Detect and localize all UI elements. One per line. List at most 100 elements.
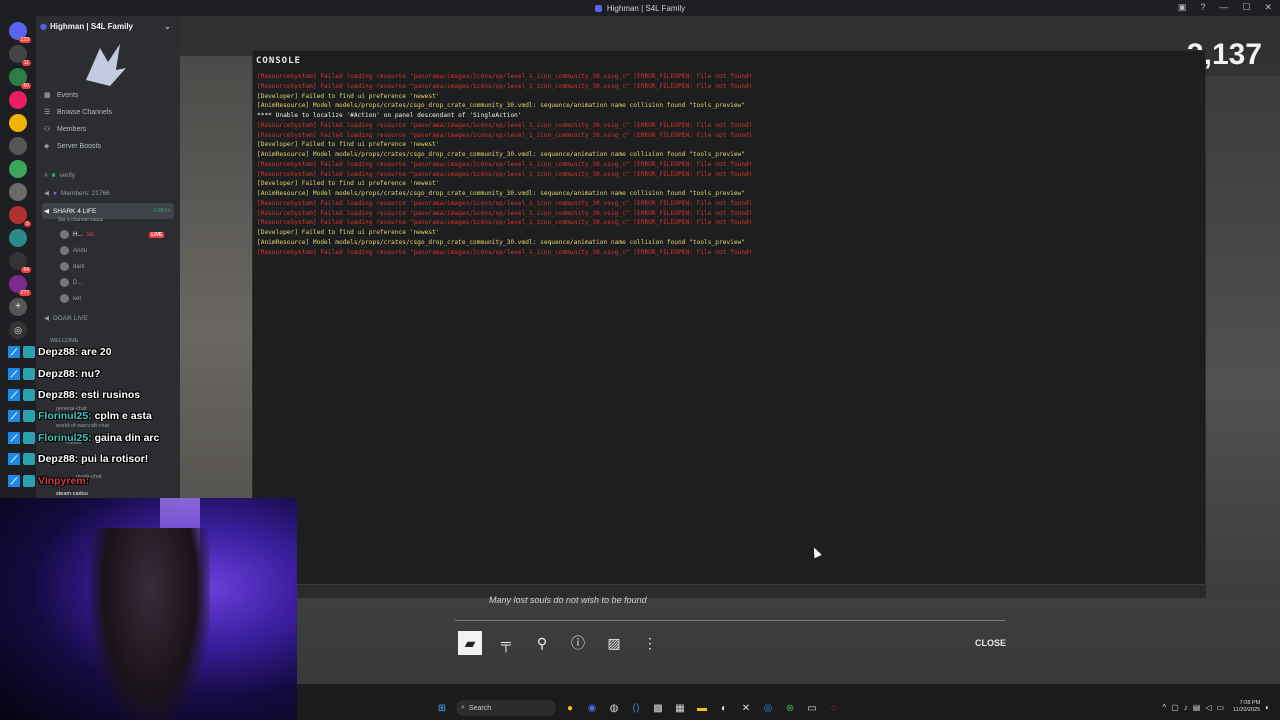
minimize-button[interactable]: — (1219, 2, 1228, 13)
calendar-icon: ▦ (44, 92, 51, 99)
info-icon[interactable]: ⓘ (566, 631, 590, 655)
server-icon[interactable] (9, 91, 27, 109)
menu-events[interactable]: ▦ Events (44, 91, 78, 100)
console-line: **** Unable to localize '#Action' on pan… (257, 112, 522, 119)
chat-body: gaina din arc (91, 432, 160, 444)
avatar (60, 294, 69, 303)
server-icon[interactable]: 60 (9, 68, 31, 89)
avatar (60, 262, 69, 271)
image-icon[interactable]: ▨ (602, 631, 626, 655)
server-header[interactable]: ◉ Highman | S4L Family ⌄ (40, 22, 171, 31)
channel-steam-cadou[interactable]: steam-cadou (56, 491, 88, 497)
clock[interactable]: 7:08 PM 11/20/2025 (1233, 700, 1260, 714)
notification-icon[interactable]: ◐ (1265, 703, 1270, 712)
boost-icon: ◈ (44, 143, 50, 150)
rifle-icon[interactable]: ▰ (458, 631, 482, 655)
voice-user[interactable]: Andu (60, 246, 87, 255)
chat-text: Depz88: esti rusinos (38, 389, 140, 401)
channel-verify[interactable]: # ■ verify (44, 172, 75, 179)
close-button[interactable]: CLOSE (975, 638, 1006, 648)
pistol-icon[interactable]: ╤ (494, 631, 518, 655)
add-server-icon[interactable]: + (9, 298, 27, 316)
app-tray-icon[interactable]: ▢ (1171, 703, 1179, 712)
app-icon[interactable]: ▩ (650, 700, 666, 716)
chevron-down-icon: ⌄ (164, 22, 171, 31)
windows-start-icon[interactable]: ⊞ (434, 700, 450, 716)
xbox-icon[interactable]: ⊗ (782, 700, 798, 716)
server-icon[interactable]: 11 (9, 45, 31, 66)
platform-badge-icon: ⟋ (8, 475, 20, 487)
taskbar-search[interactable]: ⌕ Search (456, 700, 556, 716)
menu-members[interactable]: ⚇ Members (44, 125, 86, 134)
help-icon[interactable]: ? (1200, 2, 1205, 13)
chat-message: ⟋ Vinpyrem: (8, 475, 89, 487)
chat-message: ⟋ Depz88: are 20 (8, 346, 112, 358)
app-icon[interactable]: ◌ (826, 700, 842, 716)
channel-status[interactable]: Set a channel status (58, 217, 103, 223)
chat-text: Depz88: pui la rotisor! (38, 453, 148, 465)
chat-username: Depz88: (38, 453, 79, 465)
app-icon[interactable]: ◐ (716, 700, 732, 716)
server-name: Highman | S4L Family (49, 22, 133, 31)
close-window-button[interactable]: ✕ (1264, 2, 1272, 13)
console-input[interactable] (253, 584, 1205, 597)
console-log: [ResourceSystem] Failed loading resource… (257, 72, 1197, 257)
voice-user[interactable]: H... S4L LIVE (60, 230, 165, 239)
server-icon[interactable] (9, 183, 27, 201)
chat-message: ⟋ Depz88: nu? (8, 368, 100, 380)
console-title: CONSOLE (256, 56, 301, 66)
server-icon[interactable] (9, 229, 27, 247)
chat-text: Florinul25: gaina din arc (38, 432, 159, 444)
calculator-icon[interactable]: ▦ (672, 700, 688, 716)
console-line: [AnimResource] Model models/props/crates… (257, 238, 745, 246)
menu-browse-channels[interactable]: ☰ Browse Channels (44, 108, 112, 117)
cs2-icon[interactable]: ▭ (804, 700, 820, 716)
server-icon[interactable]: 277 (9, 275, 31, 296)
mic-icon[interactable]: ♪ (1184, 703, 1188, 712)
menu-server-boosts[interactable]: ◈ Server Boosts (44, 142, 101, 151)
user-avatar-icon (23, 346, 35, 358)
server-list: 129 11 60 5 64 277 + ◎ (0, 16, 36, 498)
more-icon[interactable]: ⋮ (638, 631, 662, 655)
vscode-icon[interactable]: ⟨⟩ (628, 700, 644, 716)
channel-wow-chat[interactable]: world-of-warcraft-chat (56, 423, 109, 429)
folder-icon[interactable]: ▬ (694, 700, 710, 716)
app-icon[interactable]: ◎ (760, 700, 776, 716)
channel-members-count[interactable]: ◀ ● Members: 21766 (44, 189, 110, 198)
server-icon[interactable] (9, 137, 27, 155)
chat-message: ⟋ Depz88: pui la rotisor! (8, 453, 148, 465)
server-icon[interactable] (9, 160, 27, 178)
chat-body: esti rusinos (78, 389, 141, 401)
server-icon[interactable]: 5 (9, 206, 31, 227)
speaker-icon: ◀ (44, 208, 49, 215)
network-icon[interactable]: ▤ (1193, 703, 1201, 712)
volume-icon[interactable]: ◁ (1205, 703, 1211, 712)
platform-badge-icon: ⟋ (8, 410, 20, 422)
platform-badge-icon: ⟋ (8, 432, 20, 444)
voice-user[interactable]: dark (60, 262, 85, 271)
chat-username: Depz88: (38, 346, 79, 358)
user-avatar-icon (23, 475, 35, 487)
voice-user[interactable]: ket (60, 294, 81, 303)
voice-channel-doar-live[interactable]: ◀ DOAR LIVE (44, 314, 88, 323)
chevron-up-icon[interactable]: ^ (1162, 703, 1166, 712)
chrome-icon[interactable]: ● (562, 700, 578, 716)
runner-icon[interactable]: ⚲ (530, 631, 554, 655)
steam-icon[interactable]: ◍ (606, 700, 622, 716)
avatar (60, 230, 69, 239)
category-welcome[interactable]: WELCOME (50, 338, 78, 344)
maximize-button[interactable]: ☐ (1242, 2, 1250, 13)
system-tray: ^ ▢ ♪ ▤ ◁ ▭ 7:08 PM 11/20/2025 ◐ (1162, 700, 1270, 714)
battery-icon[interactable]: ▭ (1216, 703, 1224, 712)
chat-body: are 20 (78, 346, 112, 358)
console-line: [ResourceSystem] Failed loading resource… (257, 160, 753, 168)
check-icon: ■ (51, 172, 56, 179)
capcut-icon[interactable]: ✕ (738, 700, 754, 716)
server-icon[interactable]: 129 (9, 22, 31, 43)
server-icon[interactable]: 64 (9, 252, 31, 273)
discover-icon[interactable]: ◎ (9, 321, 27, 339)
discord-icon[interactable]: ◉ (584, 700, 600, 716)
server-icon[interactable] (9, 114, 27, 132)
voice-user[interactable]: D... (60, 278, 82, 287)
inbox-icon[interactable]: ▣ (1178, 2, 1187, 13)
